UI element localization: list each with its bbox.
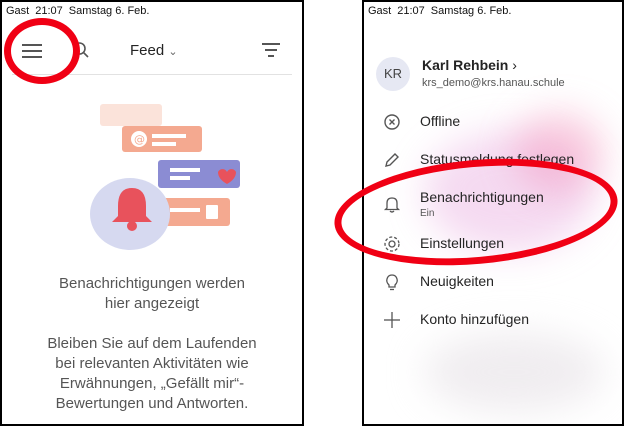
menu-item-label: Konto hinzufügen	[420, 311, 529, 327]
menu-item-label: Neuigkeiten	[420, 273, 494, 289]
carrier-label: Gast	[6, 5, 30, 17]
status-bar: Gast 21:07 Samstag 6. Feb.	[6, 5, 155, 17]
menu-item-news[interactable]: Neuigkeiten	[376, 272, 616, 298]
chevron-down-icon: ⌄	[168, 46, 178, 58]
empty-title-line1: Benachrichtigungen werden	[59, 275, 245, 292]
menu-item-label: Offline	[420, 113, 461, 129]
feed-dropdown[interactable]: Feed ⌄	[130, 42, 178, 59]
avatar[interactable]: KR	[376, 57, 410, 91]
edit-icon	[385, 153, 399, 167]
empty-body-line: Erwähnungen, „Gefällt mir“-	[59, 375, 245, 392]
empty-body-line: Bleiben Sie auf dem Laufenden	[47, 335, 257, 352]
feed-title: Feed	[130, 42, 165, 59]
menu-item-offline[interactable]: Offline	[376, 112, 616, 138]
background-glow	[424, 332, 604, 412]
time-label: 21:07	[397, 5, 425, 17]
user-name-text: Karl Rehbein	[422, 57, 509, 73]
svg-text:@: @	[134, 133, 145, 146]
carrier-label: Gast	[368, 5, 392, 17]
empty-state-title: Benachrichtigungen werden hier angezeigt	[22, 274, 282, 314]
empty-body-line: Bewertungen und Antworten.	[55, 395, 249, 412]
plus-icon	[384, 312, 400, 328]
lightbulb-icon	[386, 274, 398, 291]
menu-item-add-account[interactable]: Konto hinzufügen	[376, 310, 616, 336]
empty-state-body: Bleiben Sie auf dem Laufenden bei releva…	[22, 334, 282, 414]
empty-body-line: bei relevanten Aktivitäten wie	[55, 355, 249, 372]
annotation-circle-menu	[4, 18, 80, 84]
notification-illustration: @	[90, 104, 240, 250]
date-label: Samstag 6. Feb.	[430, 5, 512, 17]
time-label: 21:07	[35, 5, 63, 17]
user-name[interactable]: Karl Rehbein ›	[422, 57, 517, 73]
chevron-right-icon: ›	[512, 57, 517, 73]
offline-icon	[384, 114, 400, 130]
user-email: krs_demo@krs.hanau.schule	[422, 77, 565, 89]
filter-icon[interactable]	[262, 43, 280, 57]
date-label: Samstag 6. Feb.	[68, 5, 150, 17]
status-bar: Gast 21:07 Samstag 6. Feb.	[368, 5, 517, 17]
empty-title-line2: hier angezeigt	[104, 295, 200, 312]
